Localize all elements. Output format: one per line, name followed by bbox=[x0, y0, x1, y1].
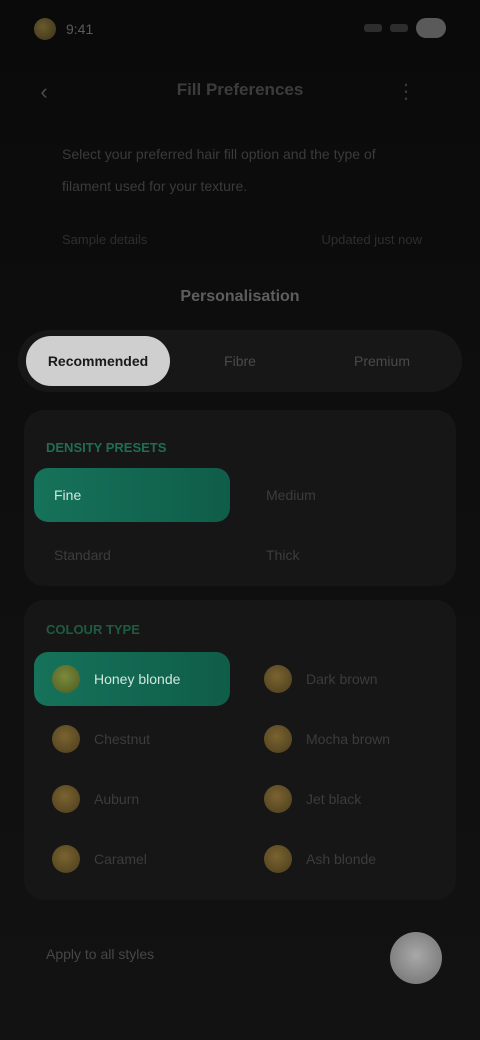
colour-option-label: Dark brown bbox=[306, 671, 378, 687]
segmented-control: Recommended Fibre Premium bbox=[18, 330, 462, 392]
colour-option[interactable]: Mocha brown bbox=[246, 712, 442, 766]
info-left: Sample details bbox=[62, 232, 148, 247]
density-option[interactable]: Thick bbox=[246, 528, 442, 582]
colour-swatch-icon bbox=[264, 725, 292, 753]
density-card: DENSITY PRESETS Fine Medium Standard Thi… bbox=[24, 410, 456, 586]
bottom-bar: Apply to all styles bbox=[18, 918, 462, 998]
status-right bbox=[364, 18, 446, 38]
colour-option-label: Caramel bbox=[94, 851, 147, 867]
colour-swatch-icon bbox=[264, 665, 292, 693]
colour-option-label: Jet black bbox=[306, 791, 362, 807]
colour-option[interactable]: Honey blonde bbox=[34, 652, 230, 706]
screen: 9:41 ‹ Fill Preferences ⋮ Select your pr… bbox=[0, 0, 480, 1040]
segment-recommended[interactable]: Recommended bbox=[26, 336, 170, 386]
status-bar: 9:41 bbox=[0, 0, 480, 60]
description: Select your preferred hair fill option a… bbox=[62, 146, 376, 194]
colour-heading: COLOUR TYPE bbox=[46, 622, 140, 637]
info-row: Sample details Updated just now bbox=[62, 232, 422, 247]
colour-option[interactable]: Dark brown bbox=[246, 652, 442, 706]
page-title: Fill Preferences bbox=[176, 80, 304, 99]
back-icon[interactable]: ‹ bbox=[30, 78, 58, 106]
header: ‹ Fill Preferences ⋮ bbox=[0, 70, 480, 114]
apply-all-label: Apply to all styles bbox=[46, 946, 155, 962]
colour-swatch-icon bbox=[264, 785, 292, 813]
app-icon bbox=[34, 18, 56, 40]
colour-swatch-icon bbox=[264, 845, 292, 873]
apply-all-toggle[interactable] bbox=[390, 932, 442, 984]
colour-option[interactable]: Ash blonde bbox=[246, 832, 442, 886]
info-right: Updated just now bbox=[321, 232, 422, 247]
colour-swatch-icon bbox=[52, 725, 80, 753]
colour-swatch-icon bbox=[52, 785, 80, 813]
colour-option-label: Ash blonde bbox=[306, 851, 377, 867]
colour-swatch-icon bbox=[52, 845, 80, 873]
colour-option[interactable]: Caramel bbox=[34, 832, 230, 886]
colour-option[interactable]: Auburn bbox=[34, 772, 230, 826]
density-option[interactable]: Medium bbox=[246, 468, 442, 522]
more-icon[interactable]: ⋮ bbox=[392, 78, 420, 106]
colour-option[interactable]: Chestnut bbox=[34, 712, 230, 766]
colour-option[interactable]: Jet black bbox=[246, 772, 442, 826]
battery-icon bbox=[416, 18, 446, 38]
segment-premium[interactable]: Premium bbox=[310, 336, 454, 386]
status-left: 9:41 bbox=[34, 18, 93, 40]
colour-option-label: Auburn bbox=[94, 791, 140, 807]
density-option[interactable]: Standard bbox=[34, 528, 230, 582]
colour-option-label: Honey blonde bbox=[94, 671, 181, 687]
density-option[interactable]: Fine bbox=[34, 468, 230, 522]
signal-icon bbox=[364, 24, 382, 32]
colour-card: COLOUR TYPE Honey blonde Dark brown Ches… bbox=[24, 600, 456, 900]
status-time: 9:41 bbox=[66, 21, 94, 37]
colour-swatch-icon bbox=[52, 665, 80, 693]
section-heading: Personalisation bbox=[180, 288, 300, 305]
segment-fibre[interactable]: Fibre bbox=[178, 336, 302, 386]
colour-option-label: Mocha brown bbox=[306, 731, 391, 747]
density-heading: DENSITY PRESETS bbox=[46, 440, 167, 455]
colour-option-label: Chestnut bbox=[94, 731, 151, 747]
wifi-icon bbox=[390, 24, 408, 32]
